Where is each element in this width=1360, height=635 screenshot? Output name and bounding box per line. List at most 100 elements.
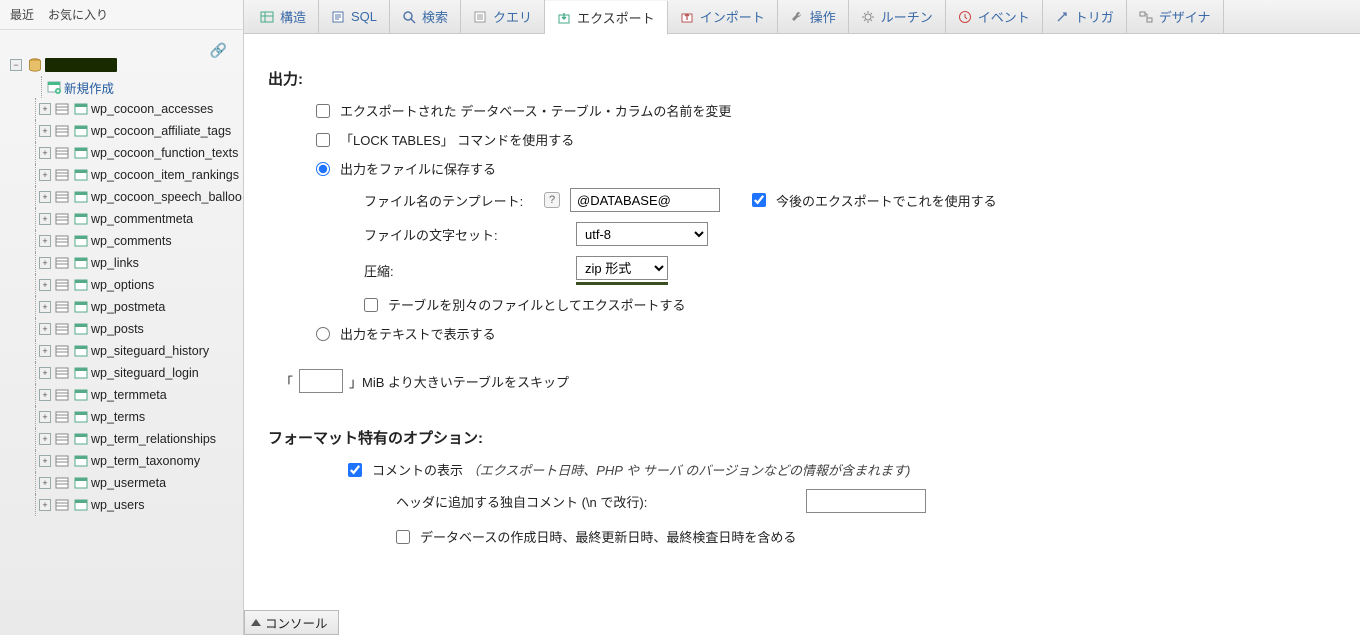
table-icon <box>74 344 88 358</box>
expand-toggle-icon[interactable]: + <box>39 279 51 291</box>
comments-note: （エクスポート日時、PHP や サーバ のバージョンなどの情報が含まれます) <box>467 463 911 478</box>
sidebar-tab-favorites[interactable]: お気に入り <box>48 6 108 23</box>
tab-query[interactable]: クエリ <box>461 0 545 33</box>
console-button[interactable]: コンソール <box>244 610 339 635</box>
expand-toggle-icon[interactable]: + <box>39 367 51 379</box>
charset-select[interactable]: utf-8 <box>576 222 708 246</box>
table-name[interactable]: wp_posts <box>91 322 144 336</box>
table-row: + wp_cocoon_function_texts <box>32 142 243 164</box>
expand-toggle-icon[interactable]: + <box>39 125 51 137</box>
table-properties-icon[interactable] <box>55 366 69 380</box>
tab-structure[interactable]: 構造 <box>248 0 319 33</box>
table-properties-icon[interactable] <box>55 234 69 248</box>
rename-checkbox[interactable] <box>316 104 330 118</box>
table-properties-icon[interactable] <box>55 432 69 446</box>
expand-toggle-icon[interactable]: + <box>39 213 51 225</box>
expand-toggle-icon[interactable]: + <box>39 191 51 203</box>
database-name-redacted[interactable] <box>45 58 117 72</box>
table-name[interactable]: wp_siteguard_login <box>91 366 199 380</box>
link-icon[interactable]: 🔗 <box>210 42 227 59</box>
table-properties-icon[interactable] <box>55 300 69 314</box>
table-row: + wp_options <box>32 274 243 296</box>
tab-sql[interactable]: SQL <box>319 0 390 33</box>
header-comment-label: ヘッダに追加する独自コメント (\n で改行): <box>396 492 796 511</box>
table-name[interactable]: wp_comments <box>91 234 172 248</box>
include-dates-checkbox[interactable] <box>396 530 410 544</box>
tab-export[interactable]: エクスポート <box>545 1 668 35</box>
expand-toggle-icon[interactable]: + <box>39 499 51 511</box>
table-name[interactable]: wp_cocoon_speech_balloo <box>91 190 242 204</box>
sidebar-tab-recent[interactable]: 最近 <box>10 6 34 23</box>
expand-toggle-icon[interactable]: + <box>39 169 51 181</box>
expand-toggle-icon[interactable]: + <box>39 411 51 423</box>
table-properties-icon[interactable] <box>55 322 69 336</box>
table-properties-icon[interactable] <box>55 498 69 512</box>
table-properties-icon[interactable] <box>55 190 69 204</box>
table-name[interactable]: wp_users <box>91 498 145 512</box>
collapse-toggle-icon[interactable]: − <box>10 59 22 71</box>
help-icon[interactable]: ? <box>544 192 560 208</box>
table-properties-icon[interactable] <box>55 410 69 424</box>
expand-toggle-icon[interactable]: + <box>39 301 51 313</box>
table-name[interactable]: wp_links <box>91 256 139 270</box>
table-name[interactable]: wp_cocoon_accesses <box>91 102 213 116</box>
table-name[interactable]: wp_cocoon_item_rankings <box>91 168 239 182</box>
table-properties-icon[interactable] <box>55 256 69 270</box>
expand-toggle-icon[interactable]: + <box>39 147 51 159</box>
table-name[interactable]: wp_term_taxonomy <box>91 454 200 468</box>
table-properties-icon[interactable] <box>55 454 69 468</box>
table-icon <box>74 498 88 512</box>
tab-triggers[interactable]: トリガ <box>1043 0 1127 33</box>
expand-toggle-icon[interactable]: + <box>39 235 51 247</box>
expand-toggle-icon[interactable]: + <box>39 389 51 401</box>
table-name[interactable]: wp_termmeta <box>91 388 167 402</box>
lock-tables-checkbox[interactable] <box>316 133 330 147</box>
table-name[interactable]: wp_options <box>91 278 154 292</box>
skip-size-input[interactable] <box>299 369 343 393</box>
expand-toggle-icon[interactable]: + <box>39 103 51 115</box>
table-properties-icon[interactable] <box>55 344 69 358</box>
remember-template-checkbox[interactable] <box>752 193 766 207</box>
tab-designer[interactable]: デザイナ <box>1127 0 1224 33</box>
table-name[interactable]: wp_cocoon_affiliate_tags <box>91 124 231 138</box>
save-as-file-label: 出力をファイルに保存する <box>340 159 496 178</box>
separate-files-checkbox[interactable] <box>364 298 378 312</box>
tab-routines[interactable]: ルーチン <box>849 0 946 33</box>
table-name[interactable]: wp_usermeta <box>91 476 166 490</box>
table-properties-icon[interactable] <box>55 388 69 402</box>
table-properties-icon[interactable] <box>55 102 69 116</box>
compression-select[interactable]: zip 形式 <box>576 256 668 280</box>
expand-toggle-icon[interactable]: + <box>39 433 51 445</box>
tab-events[interactable]: イベント <box>946 0 1043 33</box>
table-icon <box>74 410 88 424</box>
expand-toggle-icon[interactable]: + <box>39 257 51 269</box>
trigger-icon <box>1055 10 1069 24</box>
table-name[interactable]: wp_term_relationships <box>91 432 216 446</box>
table-icon <box>74 168 88 182</box>
skip-suffix: 」MiB より大きいテーブルをスキップ <box>349 372 569 391</box>
filename-template-input[interactable] <box>570 188 720 212</box>
expand-toggle-icon[interactable]: + <box>39 455 51 467</box>
table-name[interactable]: wp_terms <box>91 410 145 424</box>
expand-toggle-icon[interactable]: + <box>39 477 51 489</box>
tab-search[interactable]: 検索 <box>390 0 461 33</box>
new-table-link[interactable]: 新規作成 <box>64 78 114 97</box>
table-properties-icon[interactable] <box>55 168 69 182</box>
table-properties-icon[interactable] <box>55 146 69 160</box>
save-as-file-radio[interactable] <box>316 162 330 176</box>
expand-toggle-icon[interactable]: + <box>39 345 51 357</box>
table-properties-icon[interactable] <box>55 476 69 490</box>
table-properties-icon[interactable] <box>55 124 69 138</box>
table-properties-icon[interactable] <box>55 278 69 292</box>
table-properties-icon[interactable] <box>55 212 69 226</box>
view-as-text-radio[interactable] <box>316 327 330 341</box>
tab-import[interactable]: インポート <box>668 0 778 33</box>
table-name[interactable]: wp_cocoon_function_texts <box>91 146 238 160</box>
header-comment-input[interactable] <box>806 489 926 513</box>
tab-operations[interactable]: 操作 <box>778 0 849 33</box>
table-name[interactable]: wp_siteguard_history <box>91 344 209 358</box>
expand-toggle-icon[interactable]: + <box>39 323 51 335</box>
table-name[interactable]: wp_postmeta <box>91 300 165 314</box>
show-comments-checkbox[interactable] <box>348 463 362 477</box>
table-name[interactable]: wp_commentmeta <box>91 212 193 226</box>
